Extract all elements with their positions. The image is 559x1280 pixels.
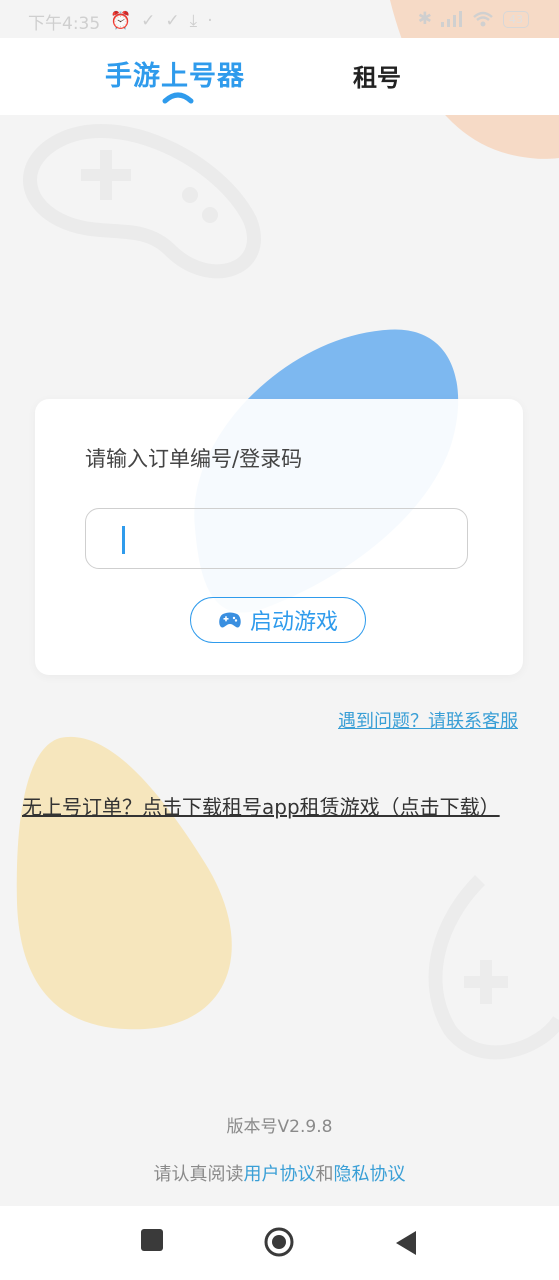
notification-icons: ⏰ ✓ ✓ ⤓ · xyxy=(110,11,213,31)
text-caret xyxy=(122,526,125,554)
agreement-prefix: 请认真阅读 xyxy=(153,1164,244,1185)
status-time: 下午4:35 xyxy=(28,14,101,34)
gamepad-watermark-icon xyxy=(428,875,559,1060)
yellow-blob-decoration xyxy=(16,736,232,1030)
recents-button[interactable] xyxy=(140,1228,164,1252)
order-code-label: 请输入订单编号/登录码 xyxy=(85,447,303,471)
wifi-icon xyxy=(473,11,493,27)
check-icon: ✓ xyxy=(141,11,156,31)
system-navigation-bar xyxy=(0,1206,559,1280)
start-game-label: 启动游戏 xyxy=(249,610,338,635)
signal-icon xyxy=(441,11,462,27)
alarm-icon: ⏰ xyxy=(110,11,132,31)
gamepad-watermark-icon xyxy=(23,124,261,279)
login-card: 请输入订单编号/登录码 启动游戏 xyxy=(35,399,523,675)
dot-icon: · xyxy=(207,11,213,31)
status-bar: 下午4:35 ⏰ ✓ ✓ ⤓ · ✱ 43 xyxy=(0,0,559,38)
battery-icon: 43 xyxy=(503,10,529,28)
active-tab-indicator xyxy=(162,92,194,104)
download-icon: ⤓ xyxy=(189,11,198,31)
start-game-button[interactable]: 启动游戏 xyxy=(190,597,366,643)
gamepad-icon xyxy=(219,612,241,628)
bluetooth-icon: ✱ xyxy=(417,9,432,29)
agreement-joiner: 和 xyxy=(315,1164,334,1185)
back-button[interactable] xyxy=(395,1230,417,1256)
contact-support-link[interactable]: 遇到问题？请联系客服 xyxy=(338,707,518,733)
order-code-input[interactable] xyxy=(85,508,468,569)
user-agreement-link[interactable]: 用户协议 xyxy=(244,1164,316,1185)
download-rent-app-link[interactable]: 无上号订单？点击下载租号app租赁游戏（点击下载） xyxy=(22,791,537,820)
home-button[interactable] xyxy=(263,1226,295,1258)
tab-rent-account[interactable]: 租号 xyxy=(353,58,401,93)
agreement-notice: 请认真阅读用户协议和隐私协议 xyxy=(0,1160,559,1186)
privacy-agreement-link[interactable]: 隐私协议 xyxy=(334,1164,406,1185)
version-label: 版本号V2.9.8 xyxy=(226,1117,333,1137)
tab-game-launcher[interactable]: 手游上号器 xyxy=(105,54,245,93)
system-status-icons: ✱ 43 xyxy=(418,9,529,29)
top-tab-bar: 手游上号器 租号 xyxy=(0,38,559,115)
check-icon: ✓ xyxy=(165,11,180,31)
